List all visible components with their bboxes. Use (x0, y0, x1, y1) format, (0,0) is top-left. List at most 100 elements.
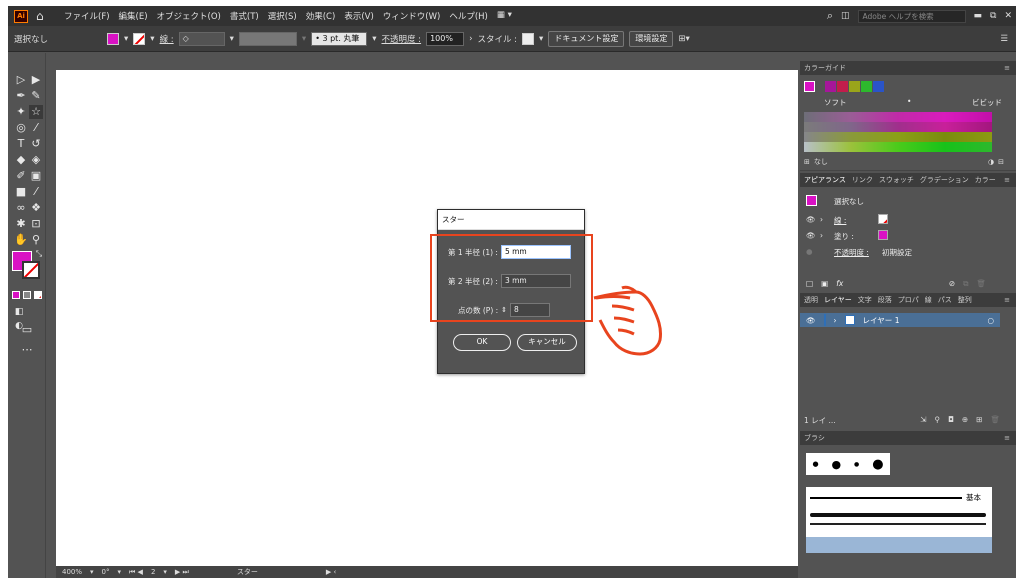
color-mode-gradient[interactable] (23, 291, 31, 299)
add-fill-icon[interactable]: ▣ (821, 279, 828, 289)
artboard-canvas[interactable] (56, 70, 798, 570)
pencil-tool-icon[interactable]: ✐ (14, 169, 28, 183)
add-stroke-icon[interactable]: □ (806, 279, 813, 289)
spiral-tool-icon[interactable]: ◎ (14, 121, 28, 135)
opacity-label[interactable]: 不透明度 : (381, 33, 421, 45)
cancel-button[interactable]: キャンセル (517, 334, 577, 351)
brush-dot-medium[interactable]: ● (831, 458, 841, 471)
tab-paragraph[interactable]: 段落 (878, 295, 892, 305)
brush-dot-small2[interactable]: ● (854, 461, 859, 468)
screen-mode-icon[interactable]: ▭ (20, 323, 34, 337)
chevron-right-icon[interactable]: › (820, 215, 823, 224)
trash-icon[interactable]: 🗑 (976, 279, 986, 289)
swap-colors-icon[interactable]: ⤡ (32, 247, 46, 261)
more-tools-icon[interactable]: ⋯ (20, 343, 34, 357)
menu-effect[interactable]: 効果(C) (306, 10, 336, 22)
panel-menu-icon[interactable]: ≡ (1004, 434, 1010, 442)
chevron-right-icon[interactable]: › (469, 34, 472, 44)
blend-tool-icon[interactable]: ∞ (14, 201, 28, 215)
rotate-angle[interactable]: 0° (102, 568, 110, 576)
zoom-tool-icon[interactable]: ⚲ (29, 233, 43, 247)
live-paint-icon[interactable]: ▣ (29, 169, 43, 183)
star-tool-icon[interactable]: ☆ (29, 105, 43, 119)
align-icon[interactable]: ⊞▾ (678, 34, 689, 44)
document-setup-button[interactable]: ドキュメント設定 (548, 30, 625, 47)
stroke-none-swatch[interactable] (878, 214, 888, 224)
tab-brushes[interactable]: ブラシ (804, 433, 825, 443)
chevron-down-icon[interactable]: ▾ (230, 34, 234, 44)
chevron-right-icon[interactable]: › (820, 231, 823, 240)
gradient-tool-icon[interactable]: ■ (14, 185, 28, 199)
hand-tool-icon[interactable]: ✋ (14, 233, 28, 247)
stroke-color-swatch[interactable] (22, 261, 40, 279)
make-clipping-mask-icon[interactable]: ◘ (948, 415, 954, 426)
panel-menu-icon[interactable]: ≡ (1004, 296, 1010, 304)
menu-object[interactable]: オブジェクト(O) (157, 10, 221, 22)
tab-gradient[interactable]: グラデーション (920, 175, 969, 185)
harmony-swatch[interactable] (849, 81, 860, 92)
tab-color-guide[interactable]: カラーガイド (804, 63, 846, 73)
brush-dot-small[interactable]: ● (812, 460, 818, 468)
symbol-sprayer-icon[interactable]: ❖ (29, 201, 43, 215)
save-group-icon[interactable]: ⊟ (998, 158, 1004, 166)
shape-builder-icon[interactable]: ◈ (29, 153, 43, 167)
color-mode-fill[interactable] (12, 291, 20, 299)
tab-appearance[interactable]: アピアランス (804, 175, 846, 185)
visibility-eye-icon[interactable]: 👁 (806, 215, 816, 224)
minimize-icon[interactable]: ▬ (974, 11, 983, 21)
tab-transparency[interactable]: 透明 (804, 295, 818, 305)
color-variations-grid[interactable] (804, 112, 992, 152)
chevron-down-icon[interactable]: ▾ (302, 34, 306, 44)
menu-file[interactable]: ファイル(F) (64, 10, 110, 22)
ok-button[interactable]: OK (453, 334, 511, 351)
art-brush-stroke[interactable] (810, 523, 986, 525)
opacity-row-label[interactable]: 不透明度 : (834, 247, 869, 258)
tab-align[interactable]: 整列 (958, 295, 972, 305)
menu-window[interactable]: ウィンドウ(W) (383, 10, 441, 22)
visibility-eye-icon[interactable]: 👁 (806, 231, 816, 240)
menu-edit[interactable]: 編集(E) (119, 10, 148, 22)
harmony-swatches[interactable] (800, 75, 1016, 94)
new-layer-icon[interactable]: ⊞ (976, 415, 982, 426)
chevron-right-icon[interactable]: › (834, 316, 837, 325)
fill-row-label[interactable]: 塗り : (834, 231, 854, 242)
artboard-nav-icon[interactable]: ⏮ ◀ (129, 568, 143, 577)
status-arrow-icon[interactable]: ▶ ‹ (326, 568, 336, 576)
fill-swatch[interactable] (107, 32, 119, 45)
brush-dot-row[interactable]: ● ● ● ● (806, 453, 890, 475)
zoom-level[interactable]: 400% (62, 568, 82, 576)
edit-colors-icon[interactable]: ◑ (988, 158, 994, 166)
basic-brush-stroke[interactable] (810, 497, 962, 499)
eyedropper-tool-icon[interactable]: ⁄ (29, 185, 43, 199)
chevron-down-icon[interactable]: ▾ (539, 34, 543, 44)
brush-definition[interactable]: • 3 pt. 丸筆 (311, 31, 368, 46)
brush-stroke-list[interactable]: 基本 (806, 487, 992, 553)
pattern-brush-row[interactable] (806, 537, 992, 553)
fx-icon[interactable]: fx (836, 279, 843, 289)
harmony-swatch[interactable] (825, 81, 836, 92)
style-swatch[interactable] (522, 32, 535, 45)
preferences-button[interactable]: 環境設定 (629, 30, 674, 47)
fill-color-row-swatch[interactable] (878, 230, 888, 240)
menu-select[interactable]: 選択(S) (268, 10, 297, 22)
brush-dot-large[interactable]: ● (872, 457, 883, 472)
variable-width-profile[interactable] (238, 31, 297, 46)
stroke-swatch[interactable] (133, 32, 146, 45)
home-icon[interactable]: ⌂ (36, 10, 50, 22)
harmony-swatch[interactable] (873, 81, 884, 92)
trash-icon[interactable]: 🗑 (990, 415, 1000, 426)
tab-stroke[interactable]: 線 (925, 295, 932, 305)
artboard-number[interactable]: 2 (151, 568, 155, 576)
curvature-tool-icon[interactable]: ✎ (29, 89, 43, 103)
artboard-nav-next-icon[interactable]: ▶ ⏭ (175, 568, 189, 577)
visibility-eye-icon[interactable]: ● (806, 247, 813, 256)
tab-properties[interactable]: プロパ (898, 295, 919, 305)
magic-wand-icon[interactable]: ✦ (14, 105, 28, 119)
target-circle-icon[interactable]: ○ (987, 316, 994, 325)
tab-pathfinder[interactable]: パス (938, 295, 952, 305)
menu-type[interactable]: 書式(T) (230, 10, 259, 22)
color-mode-none[interactable] (34, 291, 42, 299)
visibility-eye-icon[interactable]: 👁 (806, 316, 816, 325)
panel-menu-icon[interactable]: ≡ (1004, 64, 1010, 72)
artboard-tool-icon[interactable]: ⊡ (29, 217, 43, 231)
